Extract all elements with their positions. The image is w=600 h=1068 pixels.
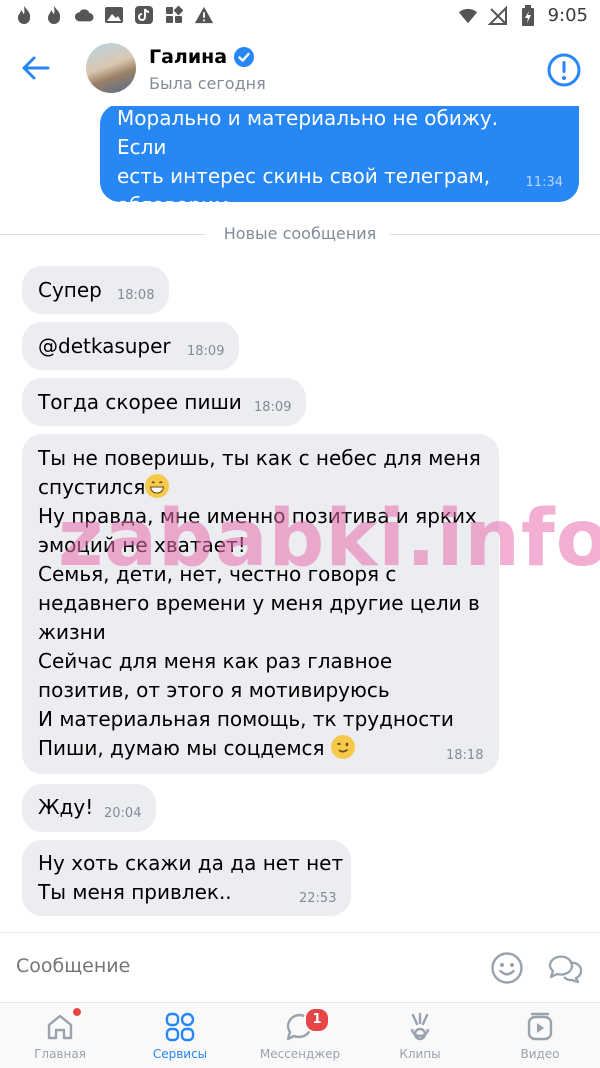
message-time: 18:18: [446, 748, 484, 763]
message-time: 18:09: [254, 400, 292, 415]
incoming-message[interactable]: Тогда скорее пиши 18:09: [22, 378, 306, 426]
message-input[interactable]: [16, 955, 456, 977]
arrow-left-icon: [22, 56, 50, 80]
image-icon: [104, 5, 124, 25]
message-text: Ты не поверишь, ты как с небес для меня …: [38, 444, 488, 763]
verified-check-icon: [234, 47, 255, 67]
incoming-message[interactable]: Жду! 20:04: [22, 784, 156, 832]
last-seen: Была сегодня: [149, 74, 266, 93]
tab-video[interactable]: Видео: [480, 1003, 600, 1068]
bottom-tab-bar: Главная Сервисы 1 Мессенджер Клипы Видео: [0, 1002, 600, 1068]
new-messages-divider: Новые сообщения: [0, 224, 600, 244]
tab-services[interactable]: Сервисы: [120, 1003, 240, 1068]
warning-icon: [194, 5, 214, 25]
home-icon: [47, 1014, 73, 1040]
tab-messenger[interactable]: 1 Мессенджер: [240, 1003, 360, 1068]
tab-home[interactable]: Главная: [0, 1003, 120, 1068]
incoming-message[interactable]: Ну хоть скажи да да нет нет Ты меня прив…: [22, 840, 351, 916]
status-notifications: [14, 5, 214, 25]
signal-off-icon: [487, 5, 508, 26]
message-time: 18:09: [187, 344, 225, 359]
tab-label: Сервисы: [152, 1047, 208, 1061]
stickers-button[interactable]: [546, 951, 583, 985]
notification-dot: [72, 1007, 82, 1017]
status-time: 9:05: [547, 5, 588, 26]
divider-label: Новые сообщения: [213, 224, 387, 243]
message-time: 11:34: [525, 175, 563, 190]
services-grid-icon: [165, 1012, 195, 1042]
flame-icon: [14, 5, 34, 25]
contact-name: Галина: [149, 46, 228, 68]
avatar[interactable]: [86, 43, 136, 93]
wifi-icon: [458, 6, 478, 26]
exclamation-circle-icon: [547, 53, 581, 87]
chat-header: Галина Была сегодня: [0, 34, 600, 106]
message-text: Тогда скорее пиши: [38, 390, 242, 414]
tab-label: Мессенджер: [259, 1047, 341, 1061]
incoming-message[interactable]: Супер 18:08: [22, 266, 169, 314]
message-list[interactable]: Морально и материально не обижу. Если ес…: [0, 106, 600, 932]
emoji-button[interactable]: [490, 951, 524, 985]
smile-icon: [491, 952, 523, 984]
video-icon: [527, 1012, 553, 1041]
grinning-face-icon: [145, 474, 170, 498]
incoming-message[interactable]: Ты не поверишь, ты как с небес для меня …: [22, 434, 499, 774]
cloud-icon: [74, 5, 94, 25]
message-line: спустился: [38, 475, 146, 499]
report-button[interactable]: [546, 52, 582, 88]
outgoing-message[interactable]: Морально и материально не обижу. Если ес…: [100, 106, 579, 217]
tab-label: Видео: [520, 1047, 560, 1061]
battery-charging-icon: [518, 4, 538, 26]
clips-icon: [410, 1012, 430, 1041]
incoming-message[interactable]: @detkasuper 18:09: [22, 322, 239, 370]
message-composer: [0, 932, 600, 1003]
contact-name-row[interactable]: Галина: [149, 46, 255, 68]
back-button[interactable]: [20, 54, 56, 86]
message-text: Супер: [38, 278, 102, 302]
winking-face-icon: [330, 735, 355, 759]
message-time: 22:53: [299, 891, 337, 906]
message-body: Ну правда, мне именно позитива и ярких э…: [38, 504, 480, 731]
tab-label: Главная: [34, 1047, 86, 1061]
tab-clips[interactable]: Клипы: [360, 1003, 480, 1068]
message-time: 18:08: [117, 288, 155, 303]
message-line: Пиши, думаю мы соцдемся: [38, 736, 331, 760]
message-text: Жду!: [38, 795, 94, 819]
chat-bubbles-icon: [548, 955, 583, 984]
unread-badge: 1: [304, 1007, 330, 1033]
message-text: Ну хоть скажи да да нет нет Ты меня прив…: [38, 851, 344, 904]
message-line: Ты не поверишь, ты как с небес для меня: [38, 446, 481, 470]
status-system: 9:05: [458, 4, 588, 26]
message-time: 20:04: [104, 806, 142, 821]
message-text: @detkasuper: [38, 334, 171, 358]
tiktok-icon: [134, 5, 154, 25]
flame-icon: [44, 5, 64, 25]
status-bar: 9:05: [0, 0, 600, 34]
tab-label: Клипы: [399, 1047, 441, 1061]
message-text: Морально и материально не обижу. Если ес…: [117, 106, 499, 217]
apps-icon: [164, 5, 184, 25]
